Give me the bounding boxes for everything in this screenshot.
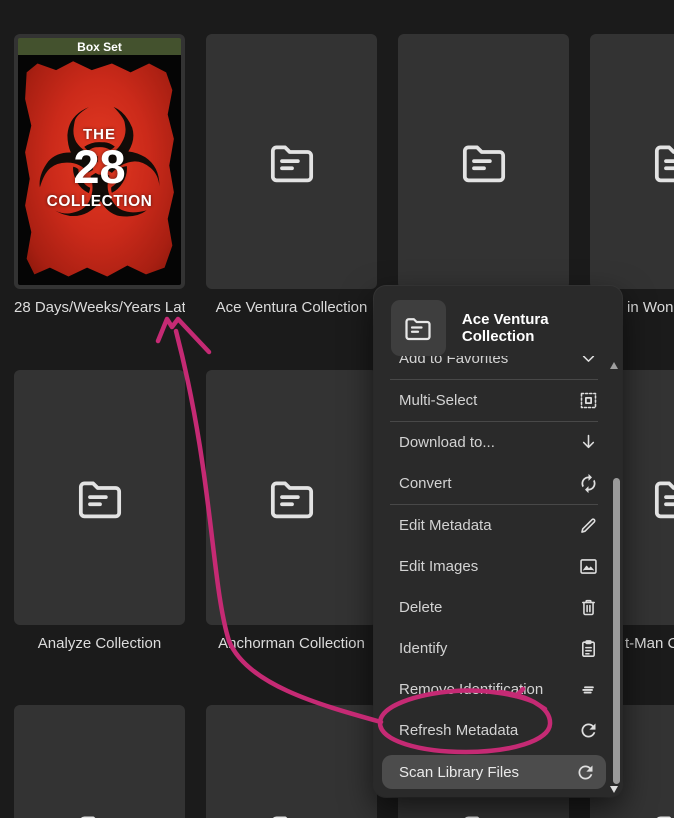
folder-icon: [78, 481, 121, 518]
collection-title: Ace Ventura Collection: [215, 299, 368, 316]
folder-tile[interactable]: [14, 705, 185, 818]
context-menu-list: Add to Favorites Multi-Select Download to.…: [374, 356, 622, 791]
folder-tile[interactable]: [14, 370, 185, 625]
refresh-icon: [578, 720, 599, 741]
folder-icon: [654, 145, 674, 182]
menu-item-convert[interactable]: Convert: [374, 463, 622, 504]
menu-item-download-to[interactable]: Download to...: [374, 422, 622, 463]
folder-icon: [654, 481, 674, 518]
sync-icon: [578, 473, 599, 494]
folder-icon: [79, 816, 96, 818]
menu-item-label: Multi-Select: [399, 392, 478, 409]
folder-tile[interactable]: [206, 705, 377, 818]
menu-item-remove-identification[interactable]: Remove Identification: [374, 669, 622, 710]
menu-item-label: Download to...: [399, 434, 495, 451]
collection-card[interactable]: in Wond: [590, 34, 674, 317]
poster-tile[interactable]: Box Set ☣ THE 28 COLLECTION: [14, 34, 185, 289]
folder-icon: [655, 816, 672, 818]
clipboard-icon: [578, 638, 599, 659]
context-menu: Ace Ventura Collection Add to Favorites M…: [374, 286, 622, 797]
menu-item-label: Scan Library Files: [399, 763, 520, 781]
menu-item-delete[interactable]: Delete: [374, 587, 622, 628]
poster-image: ☣ THE 28 COLLECTION: [18, 55, 181, 285]
folder-icon: [271, 816, 288, 818]
folder-icon: [270, 481, 313, 518]
folder-tile[interactable]: [206, 34, 377, 289]
chevron-down-icon: [578, 356, 599, 369]
clear-lines-icon: [578, 679, 599, 700]
collection-title: Anchorman Collection: [218, 635, 365, 652]
menu-item-label: Edit Images: [399, 558, 479, 575]
multi-select-icon: [578, 390, 599, 411]
box-set-badge: Box Set: [18, 38, 181, 55]
context-menu-title: Ace Ventura Collection: [461, 310, 549, 345]
trash-icon: [578, 597, 599, 618]
collection-card[interactable]: Ace Ventura Collection: [206, 34, 377, 317]
menu-item-label: Edit Metadata: [399, 517, 492, 534]
menu-item-label: Delete: [399, 599, 443, 616]
folder-icon: [463, 816, 480, 818]
collection-card[interactable]: Box Set ☣ THE 28 COLLECTION 28 Days/Weeks/Yea…: [14, 34, 185, 317]
collection-card[interactable]: [14, 705, 185, 818]
menu-item-label: Identify: [399, 640, 448, 657]
collection-title: Analyze Collection: [37, 635, 162, 652]
context-menu-header: Ace Ventura Collection: [374, 286, 622, 356]
folder-tile[interactable]: [590, 34, 674, 289]
collection-card[interactable]: [206, 705, 377, 818]
folder-icon: [462, 145, 505, 182]
annotation-arrow-head: [155, 316, 212, 355]
menu-item-multi-select[interactable]: Multi-Select: [374, 380, 622, 421]
menu-item-add-to-favorites[interactable]: Add to Favorites: [374, 356, 622, 379]
menu-item-refresh-metadata[interactable]: Refresh Metadata: [374, 710, 622, 751]
collection-card[interactable]: Anchorman Collection: [206, 370, 377, 653]
refresh-icon: [575, 762, 596, 783]
menu-item-edit-images[interactable]: Edit Images: [374, 546, 622, 587]
collection-card[interactable]: Analyze Collection: [14, 370, 185, 653]
folder-icon: [391, 299, 446, 356]
image-icon: [578, 556, 599, 577]
scroll-down-arrow-icon[interactable]: [610, 786, 618, 793]
library-page: Box Set ☣ THE 28 COLLECTION 28 Days/Weeks/Yea…: [0, 0, 674, 818]
folder-tile[interactable]: [398, 34, 569, 289]
menu-item-label: Remove Identification: [399, 681, 544, 698]
menu-item-label: Convert: [399, 475, 452, 492]
menu-item-scan-library-files[interactable]: Scan Library Files: [382, 755, 606, 789]
download-icon: [578, 432, 599, 453]
menu-item-edit-metadata[interactable]: Edit Metadata: [374, 505, 622, 546]
scrollbar-thumb[interactable]: [613, 478, 620, 784]
scroll-up-arrow-icon[interactable]: [610, 362, 618, 369]
collection-card[interactable]: [398, 34, 569, 317]
folder-icon: [270, 145, 313, 182]
menu-item-label: Add to Favorites: [399, 356, 509, 367]
collection-title: 28 Days/Weeks/Years Lat: [14, 299, 185, 316]
menu-item-identify[interactable]: Identify: [374, 628, 622, 669]
pencil-icon: [578, 515, 599, 536]
folder-tile[interactable]: [206, 370, 377, 625]
menu-item-label: Refresh Metadata: [399, 722, 519, 739]
